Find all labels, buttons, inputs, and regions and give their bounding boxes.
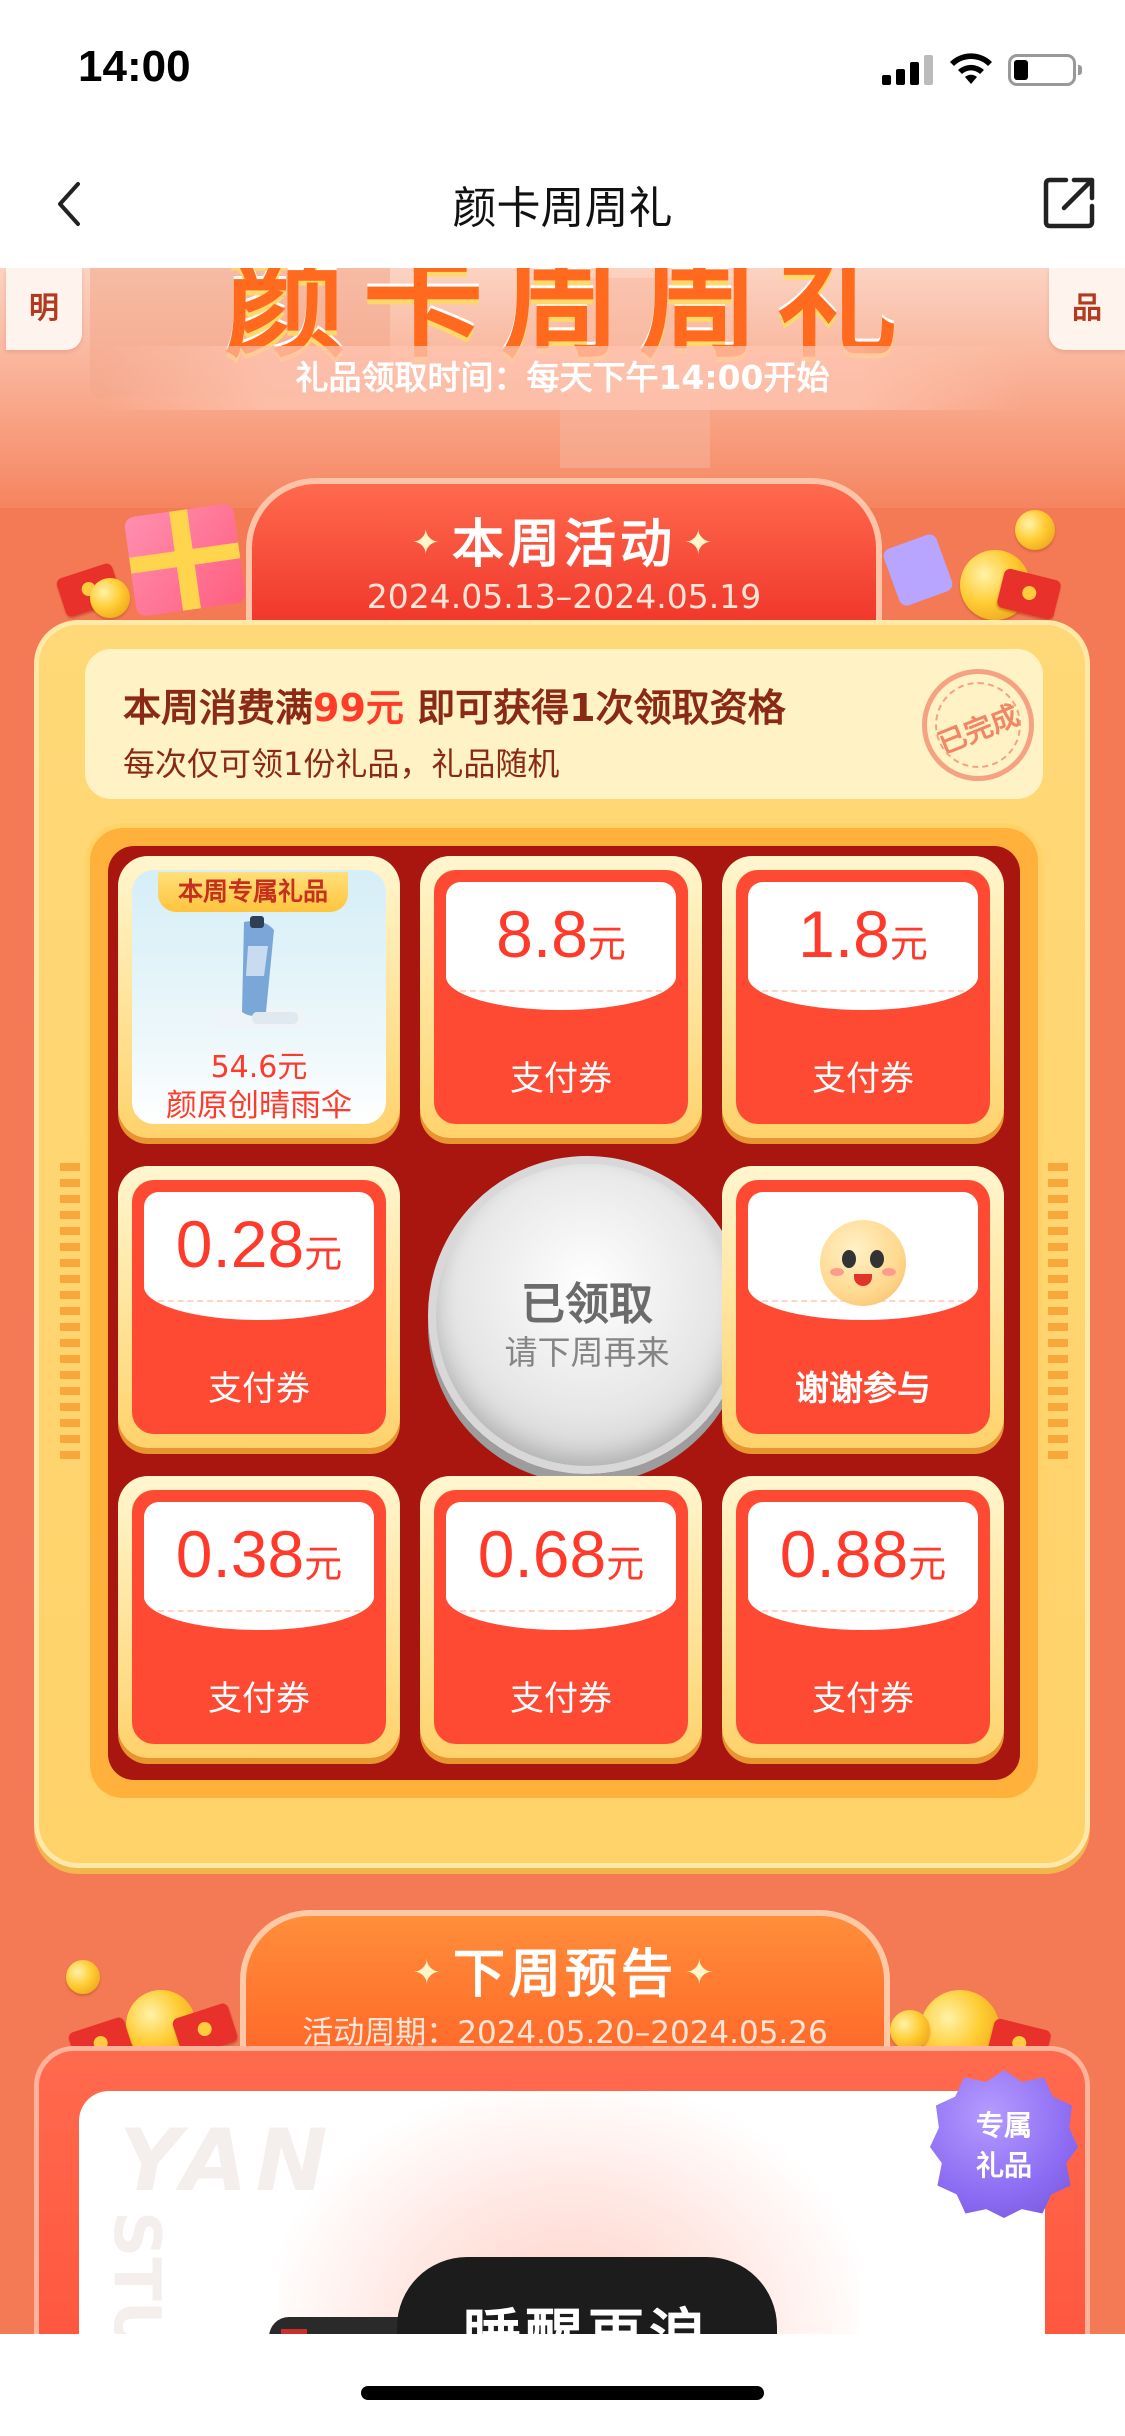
sparkle-icon: ✦ xyxy=(412,1953,445,1993)
badge-line-2: 礼品 xyxy=(975,2149,1032,2182)
voucher-label: 支付券 xyxy=(510,1679,612,1719)
rules-tab[interactable]: 明 xyxy=(6,268,82,350)
share-icon[interactable] xyxy=(1042,174,1098,230)
prize-tile[interactable]: 谢谢参与 xyxy=(722,1166,1004,1448)
status-bar: 14:00 xyxy=(0,0,1125,140)
frame-ridge xyxy=(1048,1163,1068,1463)
requirement-text: 本周消费满99元 即可获得1次领取资格 xyxy=(123,677,786,732)
page-title: 颜卡周周礼 xyxy=(452,183,673,234)
voucher-face: 8.8元 支付券 xyxy=(434,870,688,1124)
frame-ridge xyxy=(60,1163,80,1463)
hero-banner: 颜卡周周礼 明 品 礼品领取时间：每天下午14:00开始 xyxy=(0,268,1125,508)
lottery-grid: 本周专属礼品 54.6元 颜原创晴雨伞 8.8元 支付券 1.8元 支付券 0.… xyxy=(60,823,1068,1803)
brand-watermark: STU xyxy=(99,2211,173,2353)
voucher-amount: 0.28元 xyxy=(132,1206,386,1282)
amount-unit: 元 xyxy=(908,1544,947,1586)
voucher-amount: 0.68元 xyxy=(434,1516,688,1592)
lottery-grid-inner: 本周专属礼品 54.6元 颜原创晴雨伞 8.8元 支付券 1.8元 支付券 0.… xyxy=(108,846,1020,1780)
next-week-title: 下周预告 xyxy=(452,1945,677,2005)
coins-decoration xyxy=(66,1950,266,2072)
sparkle-icon: ✦ xyxy=(684,523,717,563)
voucher-amount: 8.8元 xyxy=(434,896,688,972)
requirement-amount: 99元 xyxy=(313,686,404,730)
draw-button[interactable]: 已领取 请下周再来 xyxy=(428,1156,746,1474)
stamp-text: 已完成 xyxy=(933,698,1024,761)
home-bar xyxy=(0,2334,1125,2436)
this-week-card: 本周消费满99元 即可获得1次领取资格 每次仅可领1份礼品，礼品随机 已完成 本… xyxy=(34,620,1090,1868)
voucher-face: 1.8元 支付券 xyxy=(736,870,990,1124)
umbrella-image xyxy=(212,916,306,1028)
nav-bar: 颜卡周周礼 xyxy=(0,140,1125,268)
requirement-suffix: 即可获得1次领取资格 xyxy=(403,686,786,730)
amount-unit: 元 xyxy=(304,1544,343,1586)
amount-number: 0.38 xyxy=(175,1517,305,1591)
featured-gift-tile[interactable]: 本周专属礼品 54.6元 颜原创晴雨伞 xyxy=(118,856,400,1138)
voucher-face: 谢谢参与 xyxy=(736,1180,990,1434)
status-time: 14:00 xyxy=(78,42,191,91)
home-indicator[interactable] xyxy=(361,2386,764,2400)
featured-gift-name: 颜原创晴雨伞 xyxy=(166,1088,352,1124)
voucher-amount: 0.88元 xyxy=(736,1516,990,1592)
this-week-header: ✦ 本周活动 ✦ 2024.05.13–2024.05.19 xyxy=(246,478,882,626)
amount-number: 0.88 xyxy=(779,1517,909,1591)
voucher-face: 0.28元 支付券 xyxy=(132,1180,386,1434)
draw-button-title: 已领取 xyxy=(521,1279,653,1330)
cellular-signal-icon xyxy=(882,53,934,85)
amount-number: 8.8 xyxy=(496,897,588,971)
featured-gift-badge: 本周专属礼品 xyxy=(158,872,348,912)
voucher-label: 支付券 xyxy=(208,1679,310,1719)
amount-number: 1.8 xyxy=(798,897,890,971)
brand-watermark: YAN xyxy=(119,2111,336,2211)
wifi-icon xyxy=(950,53,992,84)
prize-tile[interactable]: 0.28元 支付券 xyxy=(118,1166,400,1448)
gift-time-notice: 礼品领取时间：每天下午14:00开始 xyxy=(100,346,1025,410)
coins-decoration xyxy=(870,510,1070,621)
sparkle-icon: ✦ xyxy=(685,1953,718,1993)
amount-unit: 元 xyxy=(304,1234,343,1276)
my-gifts-tab[interactable]: 品 xyxy=(1049,268,1125,350)
amount-number: 0.68 xyxy=(477,1517,607,1591)
draw-button-subtitle: 请下周再来 xyxy=(504,1333,670,1372)
amount-unit: 元 xyxy=(587,924,626,966)
voucher-label: 支付券 xyxy=(812,1679,914,1719)
this-week-period: 2024.05.13–2024.05.19 xyxy=(366,577,762,616)
requirement-box: 本周消费满99元 即可获得1次领取资格 每次仅可领1份礼品，礼品随机 已完成 xyxy=(85,649,1043,799)
voucher-face: 0.88元 支付券 xyxy=(736,1490,990,1744)
badge-line-1: 专属 xyxy=(975,2109,1032,2142)
prize-tile[interactable]: 1.8元 支付券 xyxy=(722,856,1004,1138)
gift-tile-face: 本周专属礼品 54.6元 颜原创晴雨伞 xyxy=(132,870,386,1124)
prize-tile[interactable]: 0.88元 支付券 xyxy=(722,1476,1004,1758)
this-week-title: 本周活动 xyxy=(451,515,676,575)
thanks-label: 谢谢参与 xyxy=(795,1369,931,1409)
amount-unit: 元 xyxy=(889,924,928,966)
prize-tile[interactable]: 8.8元 支付券 xyxy=(420,856,702,1138)
voucher-face: 0.68元 支付券 xyxy=(434,1490,688,1744)
requirement-subtext: 每次仅可领1份礼品，礼品随机 xyxy=(123,745,560,783)
completed-stamp: 已完成 xyxy=(922,669,1034,781)
smiley-icon xyxy=(820,1220,906,1306)
amount-unit: 元 xyxy=(606,1544,645,1586)
voucher-amount: 0.38元 xyxy=(132,1516,386,1592)
sparkle-icon: ✦ xyxy=(411,523,444,563)
requirement-prefix: 本周消费满 xyxy=(123,686,314,730)
voucher-amount: 1.8元 xyxy=(736,896,990,972)
amount-number: 0.28 xyxy=(175,1207,305,1281)
prize-tile[interactable]: 0.68元 支付券 xyxy=(420,1476,702,1758)
battery-icon xyxy=(1008,54,1082,86)
next-week-header: ✦ 下周预告 ✦ 活动周期：2024.05.20–2024.05.26 xyxy=(240,1910,890,2051)
prize-tile[interactable]: 0.38元 支付券 xyxy=(118,1476,400,1758)
voucher-face: 0.38元 支付券 xyxy=(132,1490,386,1744)
voucher-label: 支付券 xyxy=(510,1059,612,1099)
coins-decoration xyxy=(55,500,260,618)
voucher-label: 支付券 xyxy=(812,1059,914,1099)
voucher-label: 支付券 xyxy=(208,1369,310,1409)
